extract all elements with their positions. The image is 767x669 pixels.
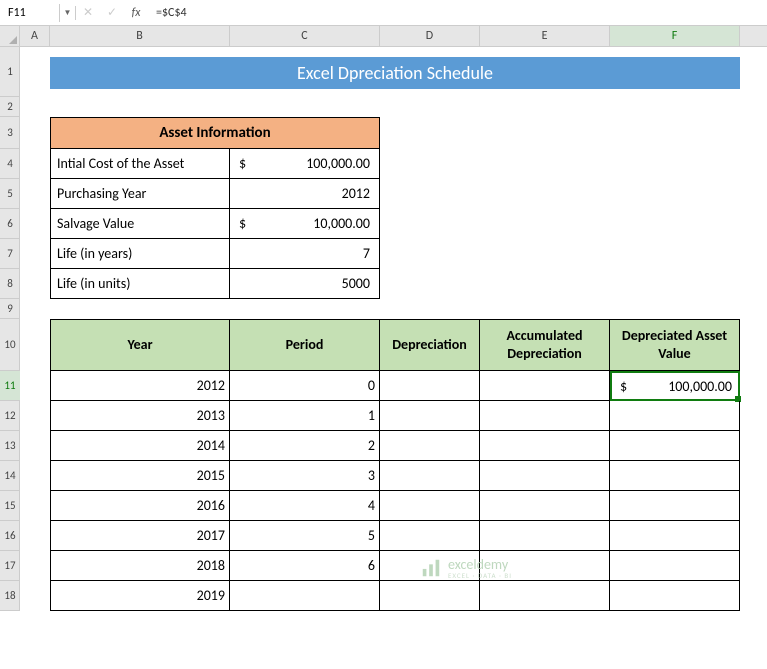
schedule-cell[interactable] (610, 491, 740, 521)
schedule-cell[interactable] (480, 551, 610, 581)
asset-row-label[interactable]: Salvage Value (50, 209, 230, 239)
schedule-cell-year[interactable]: 2015 (50, 461, 230, 491)
schedule-cell[interactable] (380, 371, 480, 401)
schedule-cell[interactable] (480, 491, 610, 521)
row-header[interactable]: 7 (0, 239, 20, 269)
row-header[interactable]: 4 (0, 149, 20, 179)
schedule-cell-period[interactable]: 4 (230, 491, 380, 521)
asset-row-value[interactable]: $10,000.00 (230, 209, 380, 239)
schedule-cell-period[interactable]: 0 (230, 371, 380, 401)
row-header[interactable]: 18 (0, 581, 20, 611)
row-headers: 1 2 3 4 5 6 7 8 9 10 11 12 13 14 15 16 1… (0, 47, 20, 611)
schedule-cell[interactable] (480, 461, 610, 491)
asset-row-value[interactable]: 5000 (230, 269, 380, 299)
spreadsheet-grid: A B C D E F 1 2 3 4 5 6 7 8 9 10 11 12 1… (0, 26, 767, 611)
row-header[interactable]: 10 (0, 319, 20, 371)
schedule-cell-year[interactable]: 2012 (50, 371, 230, 401)
schedule-cell[interactable] (480, 371, 610, 401)
schedule-header-depreciated[interactable]: Depreciated Asset Value (610, 319, 740, 371)
schedule-cell[interactable] (610, 401, 740, 431)
title-banner[interactable]: Excel Dpreciation Schedule (50, 57, 740, 89)
row-header[interactable]: 2 (0, 97, 20, 117)
row-header[interactable]: 8 (0, 269, 20, 299)
cell-F11[interactable]: $100,000.00 (610, 371, 740, 401)
row-header[interactable]: 17 (0, 551, 20, 581)
schedule-cell-year[interactable]: 2014 (50, 431, 230, 461)
column-headers: A B C D E F (0, 26, 767, 47)
schedule-cell-period[interactable]: 6 (230, 551, 380, 581)
asset-row-value[interactable]: 7 (230, 239, 380, 269)
name-box-dropdown-icon[interactable]: ▼ (60, 6, 76, 20)
row-header[interactable]: 5 (0, 179, 20, 209)
col-header-D[interactable]: D (380, 26, 480, 46)
formula-input[interactable]: =$C$4 (148, 4, 767, 22)
schedule-cell-year[interactable]: 2017 (50, 521, 230, 551)
schedule-cell[interactable] (380, 551, 480, 581)
col-header-F[interactable]: F (610, 26, 740, 46)
schedule-cell[interactable] (480, 581, 610, 611)
col-header-E[interactable]: E (480, 26, 610, 46)
col-header-B[interactable]: B (50, 26, 230, 46)
schedule-cell[interactable] (480, 431, 610, 461)
row-header[interactable]: 6 (0, 209, 20, 239)
name-box[interactable]: F11 (0, 4, 60, 22)
schedule-header-accumulated[interactable]: Accumulated Depreciation (480, 319, 610, 371)
asset-row-label[interactable]: Life (in units) (50, 269, 230, 299)
row-header[interactable]: 3 (0, 117, 20, 149)
schedule-cell[interactable] (610, 431, 740, 461)
schedule-cell[interactable] (380, 401, 480, 431)
col-header-A[interactable]: A (20, 26, 50, 46)
schedule-header-depreciation[interactable]: Depreciation (380, 319, 480, 371)
row-header[interactable]: 11 (0, 371, 20, 401)
schedule-cell[interactable] (610, 581, 740, 611)
schedule-header-year[interactable]: Year (50, 319, 230, 371)
schedule-cell[interactable] (380, 521, 480, 551)
schedule-cell[interactable] (380, 431, 480, 461)
schedule-header-period[interactable]: Period (230, 319, 380, 371)
schedule-cell[interactable] (610, 521, 740, 551)
asset-row-value[interactable]: $100,000.00 (230, 149, 380, 179)
schedule-cell-year[interactable]: 2019 (50, 581, 230, 611)
schedule-cell[interactable] (480, 521, 610, 551)
schedule-cell-period[interactable]: 1 (230, 401, 380, 431)
row-header[interactable]: 9 (0, 299, 20, 319)
schedule-cell-year[interactable]: 2013 (50, 401, 230, 431)
row-header[interactable]: 12 (0, 401, 20, 431)
cancel-icon: ✕ (76, 5, 100, 20)
check-icon: ✓ (100, 5, 124, 20)
col-header-C[interactable]: C (230, 26, 380, 46)
select-all-corner[interactable] (0, 26, 20, 46)
schedule-cell-year[interactable]: 2018 (50, 551, 230, 581)
asset-row-label[interactable]: Life (in years) (50, 239, 230, 269)
schedule-cell[interactable] (380, 581, 480, 611)
row-header[interactable]: 15 (0, 491, 20, 521)
schedule-cell[interactable] (380, 491, 480, 521)
schedule-cell-period[interactable]: 5 (230, 521, 380, 551)
formula-bar: F11 ▼ ✕ ✓ fx =$C$4 (0, 0, 767, 26)
row-header[interactable]: 16 (0, 521, 20, 551)
schedule-cell-period[interactable]: 2 (230, 431, 380, 461)
schedule-cell[interactable] (610, 461, 740, 491)
asset-row-value[interactable]: 2012 (230, 179, 380, 209)
row-header[interactable]: 13 (0, 431, 20, 461)
asset-info-header[interactable]: Asset Information (50, 117, 380, 149)
cells-area[interactable]: Excel Dpreciation Schedule Asset Informa… (20, 47, 740, 611)
row-header[interactable]: 1 (0, 47, 20, 97)
asset-row-label[interactable]: Intial Cost of the Asset (50, 149, 230, 179)
schedule-cell-period[interactable]: 3 (230, 461, 380, 491)
fx-icon[interactable]: fx (124, 6, 148, 20)
schedule-cell-year[interactable]: 2016 (50, 491, 230, 521)
row-header[interactable]: 14 (0, 461, 20, 491)
schedule-cell[interactable] (610, 551, 740, 581)
schedule-cell-period[interactable] (230, 581, 380, 611)
schedule-cell[interactable] (480, 401, 610, 431)
asset-row-label[interactable]: Purchasing Year (50, 179, 230, 209)
schedule-cell[interactable] (380, 461, 480, 491)
